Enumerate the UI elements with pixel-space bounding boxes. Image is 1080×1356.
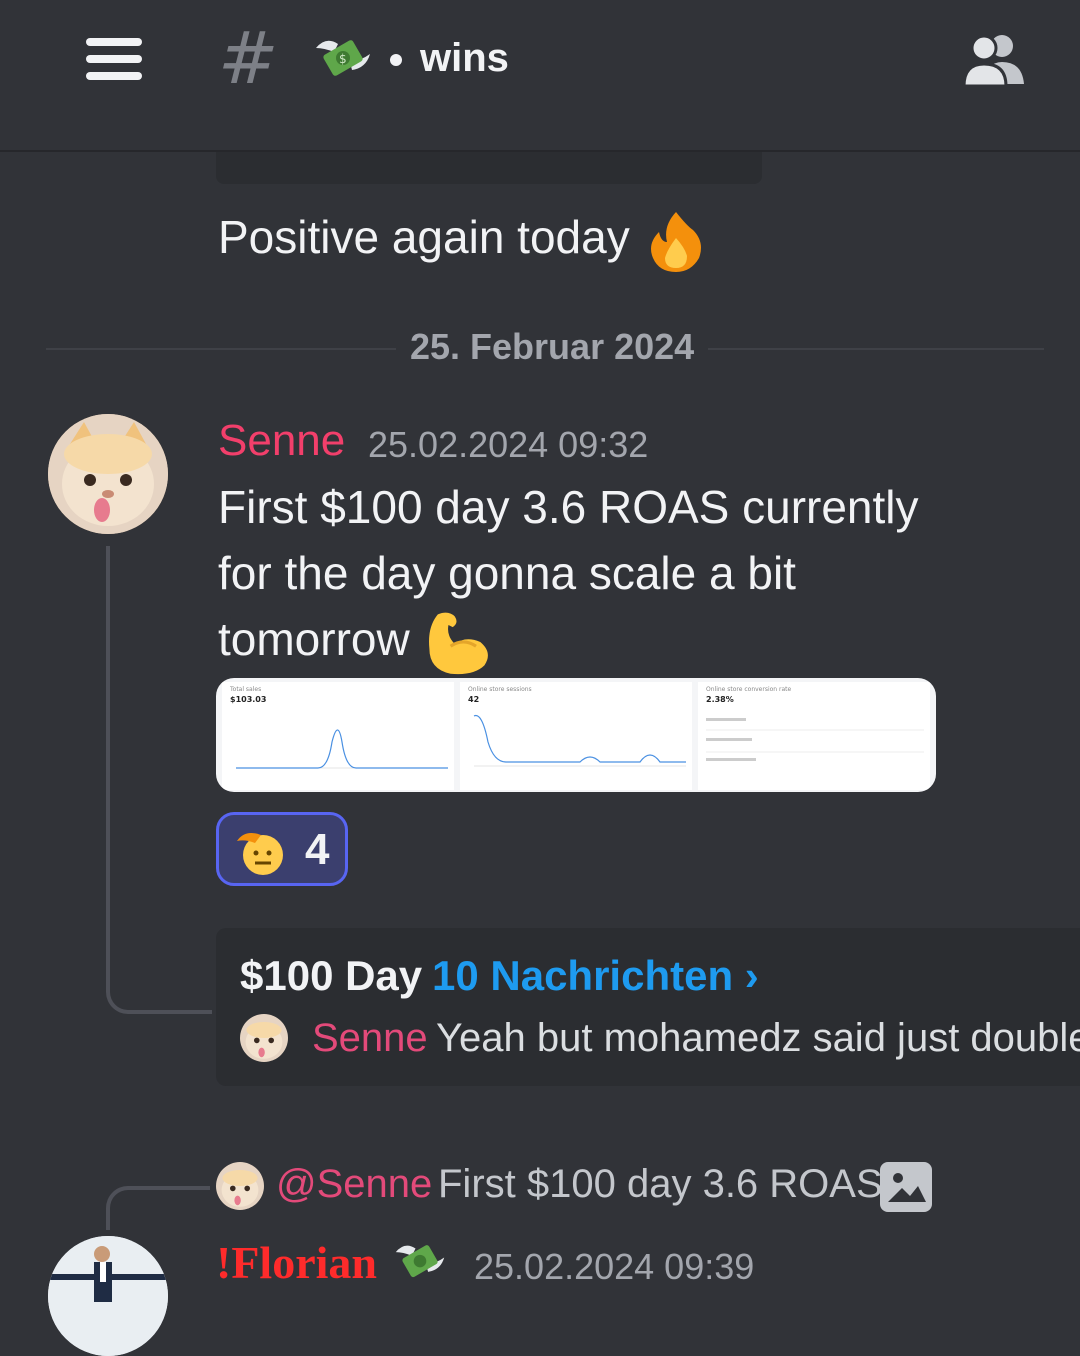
message-author[interactable]: Senne bbox=[218, 416, 345, 466]
thread-connector-line bbox=[106, 546, 212, 1014]
thread-last-author: Senne bbox=[312, 1016, 428, 1060]
analytics-panel-conversion: Online store conversion rate 2.38% bbox=[698, 682, 930, 790]
members-icon[interactable] bbox=[962, 32, 1028, 88]
reaction-count: 4 bbox=[305, 825, 330, 874]
fire-icon bbox=[650, 211, 701, 272]
channel-separator-dot bbox=[390, 54, 402, 66]
sessions-line-chart bbox=[473, 714, 686, 767]
message-timestamp: 25.02.2024 09:39 bbox=[474, 1246, 755, 1287]
image-attachment[interactable]: Total sales $103.03 Online store session… bbox=[216, 678, 936, 792]
sales-line-chart bbox=[236, 729, 448, 769]
reply-preview-text[interactable]: First $100 day 3.6 ROAS bbox=[438, 1162, 883, 1207]
previous-message-text: Positive again today bbox=[218, 204, 709, 274]
florian-avatar-image bbox=[48, 1236, 168, 1356]
avatar[interactable] bbox=[48, 414, 168, 534]
thread-last-message: Yeah but mohamedz said just double bbox=[436, 1016, 1080, 1060]
reaction-pill[interactable]: 4 bbox=[216, 812, 348, 886]
reply-connector-line bbox=[106, 1186, 210, 1230]
date-divider-label: 25. Februar 2024 bbox=[396, 326, 709, 368]
analytics-panel-sessions: Online store sessions 42 bbox=[460, 682, 692, 790]
menu-icon[interactable] bbox=[86, 38, 142, 80]
analytics-panel-sales: Total sales $103.03 bbox=[222, 682, 454, 790]
message-author[interactable]: !Florian bbox=[216, 1236, 377, 1289]
channel-hash-icon: # bbox=[218, 16, 279, 100]
thread-preview-card[interactable]: $100 Day 10 Nachrichten › Senne Yeah but… bbox=[216, 928, 1080, 1086]
message-line: tomorrow bbox=[218, 606, 493, 678]
reply-mention[interactable]: @Senne bbox=[276, 1162, 432, 1207]
thread-message-count-link[interactable]: 10 Nachrichten › bbox=[432, 952, 759, 1000]
message-timestamp: 25.02.2024 09:32 bbox=[368, 424, 649, 465]
avatar bbox=[240, 1014, 288, 1062]
money-with-wings-icon bbox=[395, 1245, 445, 1278]
thread-title: $100 Day bbox=[240, 952, 423, 999]
conversion-funnel-list bbox=[706, 718, 924, 761]
image-icon bbox=[880, 1162, 932, 1212]
channel-name: wins bbox=[420, 36, 509, 80]
message-line: First $100 day 3.6 ROAS currently bbox=[218, 481, 919, 533]
channel-header: # $ wins bbox=[0, 0, 1080, 152]
svg-text:$: $ bbox=[339, 52, 347, 66]
avatar bbox=[216, 1162, 264, 1210]
message-line: for the day gonna scale a bit bbox=[218, 547, 796, 599]
avatar[interactable] bbox=[48, 1236, 168, 1356]
money-with-wings-icon: $ bbox=[316, 40, 370, 76]
cat-avatar-image bbox=[48, 414, 168, 534]
saluting-face-icon bbox=[237, 833, 283, 875]
flexed-biceps-icon bbox=[428, 612, 488, 674]
